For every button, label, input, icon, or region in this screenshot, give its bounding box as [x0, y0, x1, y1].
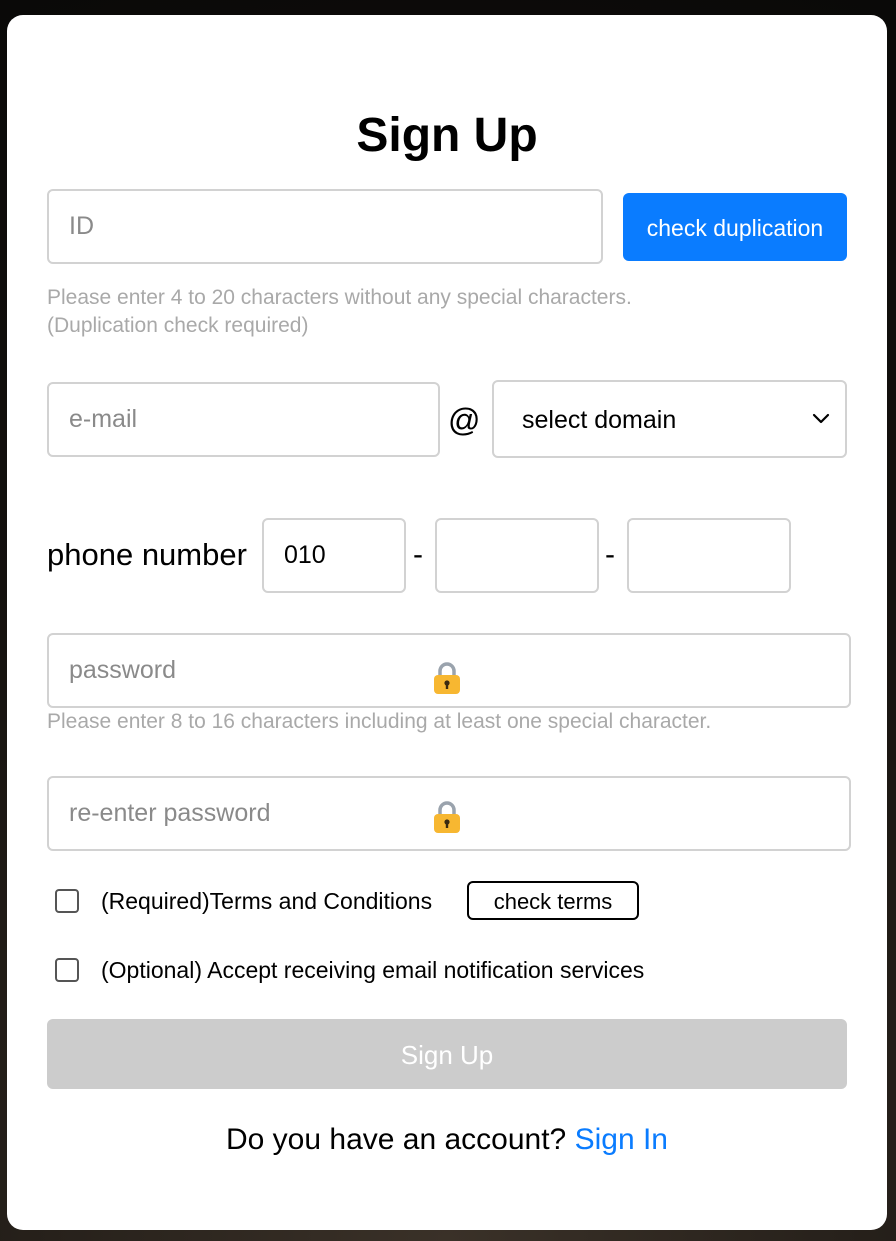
page-title: Sign Up: [356, 109, 538, 162]
check-duplication-button[interactable]: check duplication: [623, 193, 847, 261]
id-input[interactable]: [47, 189, 603, 264]
phone-separator: -: [605, 538, 615, 571]
phone-part2-input[interactable]: [435, 518, 599, 593]
lock-icon: [434, 801, 460, 833]
chevron-down-icon: [812, 413, 830, 424]
id-hint: Please enter 4 to 20 characters without …: [47, 286, 632, 309]
signup-button[interactable]: Sign Up: [47, 1019, 847, 1089]
signin-question: Do you have an account?: [226, 1123, 567, 1156]
domain-select[interactable]: select domain: [492, 380, 847, 458]
email-notification-checkbox[interactable]: [55, 958, 79, 982]
email-notification-label: (Optional) Accept receiving email notifi…: [101, 957, 645, 983]
phone-part1-input[interactable]: [262, 518, 406, 593]
terms-required-checkbox[interactable]: [55, 889, 79, 913]
phone-separator: -: [413, 538, 423, 571]
id-hint-duplication: (Duplication check required): [47, 314, 309, 337]
signin-prompt: Do you have an account? Sign In: [7, 1120, 887, 1160]
lock-icon: [434, 662, 460, 694]
signin-link[interactable]: Sign In: [575, 1123, 668, 1156]
domain-select-value: select domain: [522, 406, 677, 434]
phone-part3-input[interactable]: [627, 518, 791, 593]
email-input[interactable]: [47, 382, 440, 457]
phone-label: phone number: [47, 537, 247, 572]
signup-card: Sign Up check duplication Please enter 4…: [7, 15, 887, 1230]
terms-required-label: (Required)Terms and Conditions: [101, 888, 433, 914]
at-symbol: @: [448, 402, 481, 438]
check-terms-button[interactable]: check terms: [467, 881, 639, 920]
password-hint: Please enter 8 to 16 characters includin…: [47, 710, 712, 733]
